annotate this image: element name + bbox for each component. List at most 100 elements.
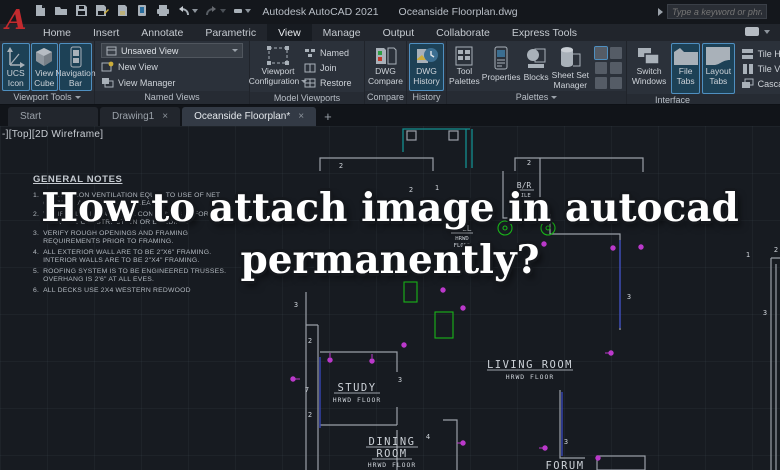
- transfer-icon[interactable]: [136, 4, 149, 17]
- ribbon-tab-bar: Home Insert Annotate Parametric View Man…: [0, 24, 780, 41]
- blocks-button[interactable]: Blocks: [523, 43, 550, 91]
- print-icon[interactable]: [156, 4, 170, 17]
- close-icon[interactable]: ×: [298, 111, 304, 122]
- room-label-dining: DINING: [369, 436, 416, 448]
- tab-output[interactable]: Output: [372, 24, 426, 41]
- svg-text:2: 2: [308, 411, 312, 419]
- join-viewport-button[interactable]: Join: [304, 60, 362, 75]
- tab-manage[interactable]: Manage: [312, 24, 372, 41]
- search-expand-icon[interactable]: [658, 8, 663, 16]
- layout-tabs-button[interactable]: Layout Tabs: [702, 43, 735, 94]
- file-tab-oceanside-floorplan[interactable]: Oceanside Floorplan* ×: [182, 107, 316, 126]
- palette-mini-icon-1[interactable]: [595, 47, 607, 59]
- tab-express-tools[interactable]: Express Tools: [501, 24, 588, 41]
- dwg-compare-icon: [374, 46, 398, 66]
- panel-palettes: Tool Palettes Properties Blocks Sheet Se…: [447, 41, 627, 104]
- drawing-area[interactable]: -][Top][2D Wireframe]: [0, 126, 780, 470]
- undo-dropdown-caret[interactable]: [192, 9, 198, 13]
- file-tab-bar: Start Drawing1 × Oceanside Floorplan* × …: [0, 105, 780, 126]
- tile-vertically-button[interactable]: Tile Vertically: [741, 61, 780, 76]
- publish-icon[interactable]: [116, 4, 129, 17]
- room-label-study: STUDY: [337, 382, 376, 394]
- redo-dropdown-caret[interactable]: [220, 9, 226, 13]
- palette-mini-icon-3[interactable]: [595, 62, 607, 74]
- cascade-button[interactable]: Cascade: [741, 76, 780, 91]
- ribbon-display-toggle[interactable]: [744, 26, 770, 37]
- room-label-living-room: LIVING ROOM: [487, 359, 573, 371]
- ucs-icon-button[interactable]: UCS Icon: [2, 43, 30, 91]
- panel-label-interface: Interface: [627, 94, 780, 105]
- properties-icon: [493, 46, 509, 72]
- new-drawing-button[interactable]: +: [324, 109, 332, 126]
- join-viewport-icon: [304, 63, 316, 73]
- help-search: [658, 3, 776, 20]
- view-combo[interactable]: Unsaved View: [101, 43, 243, 58]
- svg-text:HRWD FLOOR: HRWD FLOOR: [506, 373, 554, 381]
- undo-button[interactable]: [177, 5, 198, 17]
- panel-label-viewport-tools[interactable]: Viewport Tools: [0, 91, 94, 104]
- tab-parametric[interactable]: Parametric: [194, 24, 267, 41]
- workspace-icon: [233, 6, 243, 16]
- tab-insert[interactable]: Insert: [82, 24, 130, 41]
- view-manager-button[interactable]: View Manager: [101, 75, 247, 90]
- file-tabs-button[interactable]: File Tabs: [671, 43, 700, 94]
- palette-mini-icon-4[interactable]: [610, 62, 622, 74]
- palette-icon-grid: [591, 43, 624, 91]
- panel-label-compare: Compare: [365, 91, 406, 104]
- open-folder-icon[interactable]: [54, 4, 68, 17]
- close-icon[interactable]: ×: [162, 111, 168, 122]
- save-as-icon[interactable]: [95, 4, 109, 17]
- viewport-configuration-button[interactable]: Viewport Configuration: [252, 43, 304, 92]
- svg-text:4: 4: [426, 433, 430, 441]
- dwg-compare-button[interactable]: DWG Compare: [367, 43, 404, 91]
- tab-view[interactable]: View: [267, 24, 312, 41]
- search-input[interactable]: [667, 4, 767, 19]
- named-viewport-icon: [304, 48, 316, 58]
- sheet-set-manager-button[interactable]: Sheet Set Manager: [552, 43, 589, 91]
- palette-mini-icon-6[interactable]: [610, 77, 622, 89]
- ribbon: UCS Icon View Cube Navigation Bar Viewpo…: [0, 41, 780, 105]
- panel-named-views: Unsaved View New View View Manager Named…: [95, 41, 250, 104]
- file-tab-drawing1[interactable]: Drawing1 ×: [100, 107, 180, 126]
- switch-windows-button[interactable]: Switch Windows: [629, 43, 669, 94]
- redo-button[interactable]: [205, 5, 226, 17]
- ribbon-display-caret[interactable]: [764, 30, 770, 34]
- dwg-history-button[interactable]: DWG History: [409, 43, 444, 91]
- new-view-icon: [101, 61, 114, 72]
- svg-text:7: 7: [305, 386, 309, 394]
- named-viewport-button[interactable]: Named: [304, 45, 362, 60]
- svg-text:3: 3: [398, 376, 402, 384]
- redo-icon: [205, 5, 218, 17]
- file-tabs-icon: [673, 46, 699, 66]
- document-title: Oceanside Floorplan.dwg: [399, 6, 518, 18]
- palette-mini-icon-2[interactable]: [610, 47, 622, 59]
- navigation-bar-button[interactable]: Navigation Bar: [59, 43, 92, 91]
- palette-mini-icon-5[interactable]: [595, 77, 607, 89]
- room-label-forum: FORUM: [545, 460, 584, 470]
- tile-horizontally-button[interactable]: Tile Horizontally: [741, 46, 780, 61]
- view-cube-button[interactable]: View Cube: [31, 43, 59, 91]
- panel-history: DWG History History: [407, 41, 447, 104]
- tab-collaborate[interactable]: Collaborate: [425, 24, 501, 41]
- properties-button[interactable]: Properties: [482, 43, 521, 91]
- restore-viewport-button[interactable]: Restore: [304, 75, 362, 90]
- panel-compare: DWG Compare Compare: [365, 41, 407, 104]
- tab-home[interactable]: Home: [32, 24, 82, 41]
- app-title: Autodesk AutoCAD 2021: [262, 6, 378, 18]
- tool-palettes-button[interactable]: Tool Palettes: [449, 43, 480, 91]
- new-file-icon[interactable]: [34, 4, 47, 17]
- new-view-button[interactable]: New View: [101, 59, 247, 74]
- combo-caret-icon: [232, 49, 238, 52]
- panel-label-named-views: Named Views: [95, 91, 249, 104]
- save-icon[interactable]: [75, 4, 88, 17]
- customize-qat-button[interactable]: [233, 6, 251, 16]
- panel-interface: Switch Windows File Tabs Layout Tabs T: [627, 41, 780, 104]
- view-cube-icon: [33, 46, 55, 68]
- file-tab-start[interactable]: Start: [8, 107, 98, 126]
- tab-annotate[interactable]: Annotate: [130, 24, 194, 41]
- panel-model-viewports: Viewport Configuration Named Join Restor…: [250, 41, 365, 104]
- autocad-logo-icon[interactable]: A: [3, 1, 29, 41]
- panel-label-palettes[interactable]: Palettes: [447, 91, 626, 104]
- autocad-window: Autodesk AutoCAD 2021 Oceanside Floorpla…: [0, 0, 780, 470]
- switch-windows-icon: [636, 46, 662, 66]
